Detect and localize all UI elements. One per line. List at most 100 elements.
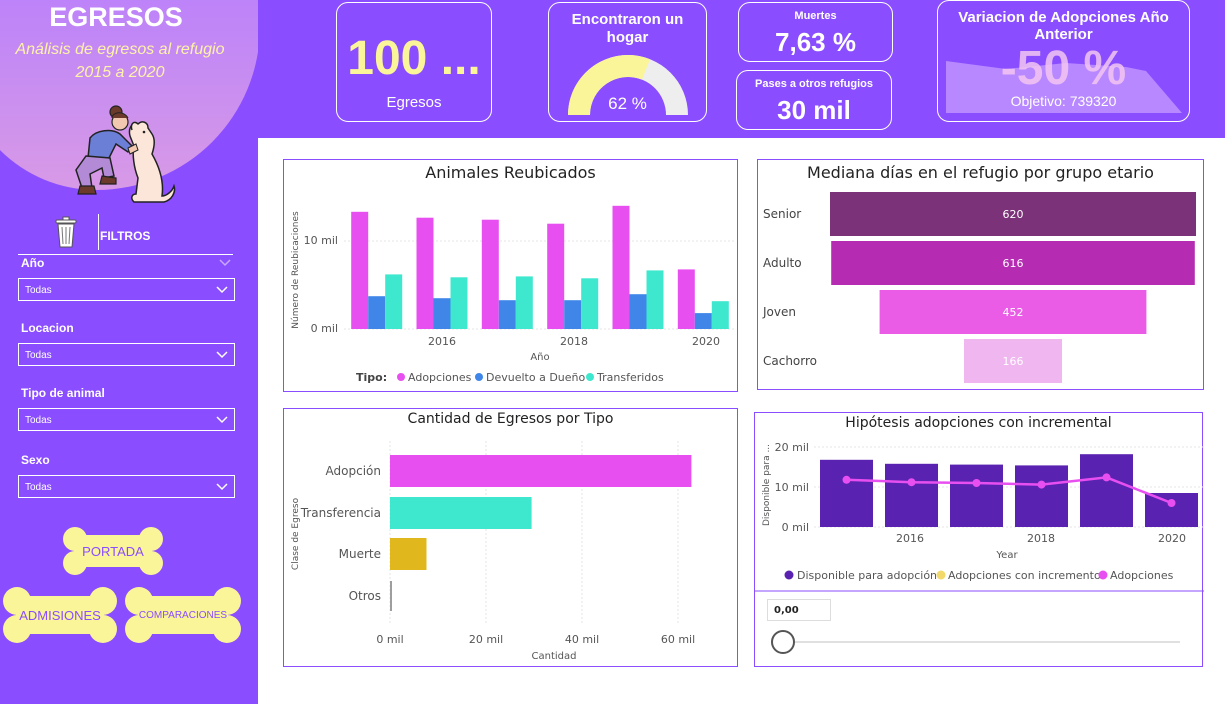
legend-marker-incremento [936,570,946,580]
kpi-egresos-value: 100 ... [347,32,481,85]
slider-thumb[interactable] [771,630,795,654]
chevron-down-icon [216,416,228,424]
bar-transferencia [390,497,532,529]
person-dog-illustration [75,105,176,203]
point-adopciones-2015 [842,475,851,484]
page-title: EGRESOS [49,2,183,32]
comparaciones-label: COMPARACIONES [138,609,228,621]
ytick-label: 10 mil [304,234,338,247]
category-label: Transferencia [300,506,381,520]
category-label: Senior [763,207,801,221]
chevron-down-icon[interactable] [219,258,231,268]
admisiones-button[interactable]: ADMISIONES [2,586,118,644]
kpi-pases-label: Pases a otros refugios [755,78,873,90]
chart-egresos-tipo-svg: Clase de Egreso Cantidad 0 mil 20 mil 40 m… [291,441,695,662]
ytick-label: 20 mil [775,441,809,454]
filter-sex-dropdown[interactable]: Todas [18,475,235,498]
xtick-label: 2018 [560,335,588,348]
data-label: 620 [1003,208,1024,221]
xtick-label: 60 mil [661,633,695,646]
bar-devuelto-a-dueño-2018 [564,300,582,329]
filter-animal-type-dropdown[interactable]: Todas [18,408,235,431]
chart-hipotesis-ylabel: Disponible para ... [762,444,772,526]
bar-adopciones-2017 [481,219,499,329]
filter-year-value: Todas [25,285,52,296]
legend-marker-adopciones [397,373,405,381]
kpi-variacion-card: Variacion de Adopciones Año Anterior -50… [937,0,1190,122]
sidebar: EGRESOS Análisis de egresos al refugio 2… [0,0,258,704]
slider-track[interactable] [783,641,1180,643]
category-label: Cachorro [763,354,817,368]
filter-sex-label: Sexo [21,453,50,467]
filter-location-dropdown[interactable]: Todas [18,343,235,366]
subtitle-line-2: 2015 a 2020 [75,64,165,81]
xtick-label: 40 mil [565,633,599,646]
kpi-muertes-value: 7,63 % [775,27,856,57]
trash-icon[interactable] [54,216,78,248]
category-label: Adopción [326,464,381,478]
legend-marker-transferidos [586,373,594,381]
xtick-label: 0 mil [376,633,403,646]
chart-hipotesis-xlabel: Year [995,550,1018,561]
slider-value-input[interactable]: 0,00 [767,599,831,621]
filter-year-label: Año [21,256,45,270]
chart-egresos-tipo-ylabel: Clase de Egreso [291,497,301,570]
bar-devuelto-a-dueño-2015 [368,296,386,329]
bar-adopción [390,455,692,487]
category-label: Otros [349,589,381,603]
filter-year-dropdown[interactable]: Todas [18,278,235,301]
filters-divider [98,214,99,250]
kpi-variacion-title: Variacion de Adopciones Año Anterior [958,9,1169,43]
portada-button[interactable]: PORTADA [62,526,164,576]
xtick-label: 2020 [692,335,720,348]
ytick-label: 0 mil [782,521,809,534]
kpi-pases-card: Pases a otros refugios 30 mil [736,70,892,130]
bar-transferidos-2017 [515,276,533,329]
xtick-label: 2018 [1027,532,1055,545]
chart-egresos-tipo: Cantidad de Egresos por Tipo Clase de Eg… [283,408,738,667]
chevron-down-icon [216,351,228,359]
comparaciones-button[interactable]: COMPARACIONES [124,586,242,644]
bar-transferidos-2016 [450,277,468,329]
xtick-label: 2020 [1158,532,1186,545]
bar-adopciones-2020 [677,269,695,329]
bar-otros [390,581,392,611]
legend-label-transferidos: Transferidos [596,371,664,384]
legend-label-adopciones: Adopciones [408,371,472,384]
data-label: 452 [1003,306,1024,319]
bar-muerte [390,538,427,570]
point-adopciones-2019 [1102,473,1111,482]
bar-adopciones-2015 [351,211,369,329]
filter-animal-type-value: Todas [25,415,52,426]
bar-disponible-2020 [1145,493,1198,527]
xtick-label: 2016 [428,335,456,348]
kpi-egresos-card: 100 ... Egresos [336,2,492,122]
main-panel: Animales Reubicados Número de Reubicacio… [258,138,1225,704]
dashboard: EGRESOS Análisis de egresos al refugio 2… [0,0,1225,704]
point-adopciones-2018 [1037,480,1046,489]
admisiones-label: ADMISIONES [19,607,101,623]
bar-devuelto-a-dueño-2016 [433,298,451,329]
kpi-muertes-card: Muertes 7,63 % [738,2,893,62]
kpi-variacion-goal: Objetivo: 739320 [1010,93,1117,109]
chart-reubicados-xlabel: Año [530,352,549,363]
category-label: Joven [762,305,796,319]
filter-location-label: Locacion [21,321,74,335]
filter-sex-value: Todas [25,482,52,493]
legend-marker-devuelto [475,373,483,381]
bar-disponible-2016 [885,463,938,527]
point-adopciones-2016 [907,478,916,487]
bar-disponible-2018 [1015,465,1068,527]
category-label: Muerte [339,547,381,561]
chart-reubicados-svg: Número de Reubicaciones 10 mil 0 mil 201… [291,205,736,384]
bar-devuelto-a-dueño-2019 [629,294,647,329]
ytick-label: 10 mil [775,481,809,494]
point-adopciones-2017 [972,479,981,487]
bar-disponible-2019 [1080,454,1133,527]
filter-location-value: Todas [25,350,52,361]
chart-hipotesis: Hipótesis adopciones con incremental Dis… [754,412,1204,667]
bar-adopciones-2018 [547,223,565,329]
legend-label-disponible: Disponible para adopción [797,569,937,582]
chart-egresos-tipo-xlabel: Cantidad [532,651,577,662]
bar-transferidos-2019 [646,270,664,329]
